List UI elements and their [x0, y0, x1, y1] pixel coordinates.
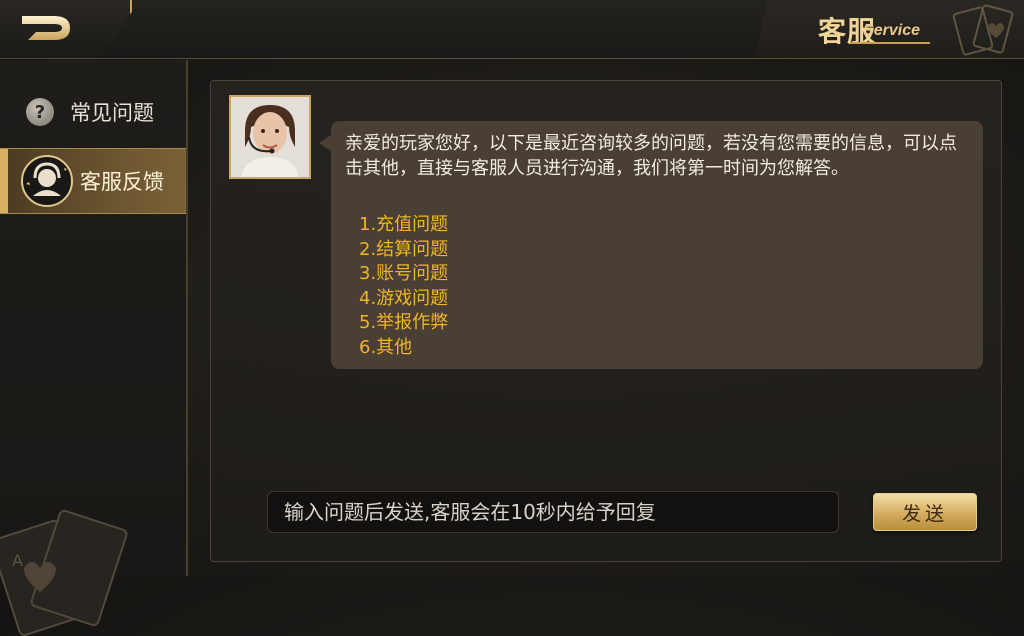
- sidebar-item-faq[interactable]: ? 常见问题: [0, 80, 186, 144]
- chat-message-bubble: 亲爱的玩家您好，以下是最近咨询较多的问题，若没有您需要的信息，可以点击其他，直接…: [319, 121, 983, 369]
- agent-avatar: [229, 95, 311, 179]
- top-bar: 客服 Service: [0, 0, 1024, 59]
- headset-agent-icon: [21, 155, 73, 207]
- back-arrow-icon[interactable]: [14, 8, 78, 48]
- active-indicator: [0, 149, 8, 213]
- page-subtitle: Service: [863, 22, 920, 39]
- message-input-box: [267, 491, 839, 533]
- option-account[interactable]: 3.账号问题: [359, 262, 448, 287]
- agent-portrait-icon: [231, 97, 309, 177]
- sidebar: ? 常见问题 客服反馈 A: [0, 60, 188, 636]
- message-input[interactable]: [282, 499, 824, 525]
- sidebar-item-label: 常见问题: [70, 101, 154, 125]
- chat-panel: 亲爱的玩家您好，以下是最近咨询较多的问题，若没有您需要的信息，可以点击其他，直接…: [210, 80, 1002, 562]
- sidebar-item-customer-service[interactable]: 客服反馈: [0, 148, 186, 214]
- playing-card-decoration-icon: [952, 4, 1014, 56]
- question-icon: ?: [26, 98, 54, 126]
- title-underline: [850, 42, 930, 44]
- option-settlement[interactable]: 2.结算问题: [359, 238, 448, 263]
- chat-message-text: 亲爱的玩家您好，以下是最近咨询较多的问题，若没有您需要的信息，可以点击其他，直接…: [345, 133, 957, 179]
- option-recharge[interactable]: 1.充值问题: [359, 213, 448, 238]
- faq-option-list: 1.充值问题 2.结算问题 3.账号问题 4.游戏问题 5.举报作弊 6.其他: [359, 213, 448, 361]
- option-other[interactable]: 6.其他: [359, 336, 448, 361]
- bubble-tail: [319, 135, 331, 151]
- playing-cards-decoration-icon: A: [0, 509, 128, 636]
- option-game[interactable]: 4.游戏问题: [359, 287, 448, 312]
- svg-text:A: A: [12, 551, 23, 570]
- option-report-cheating[interactable]: 5.举报作弊: [359, 311, 448, 336]
- sidebar-item-label: 客服反馈: [80, 170, 164, 194]
- send-button[interactable]: 发送: [873, 493, 977, 531]
